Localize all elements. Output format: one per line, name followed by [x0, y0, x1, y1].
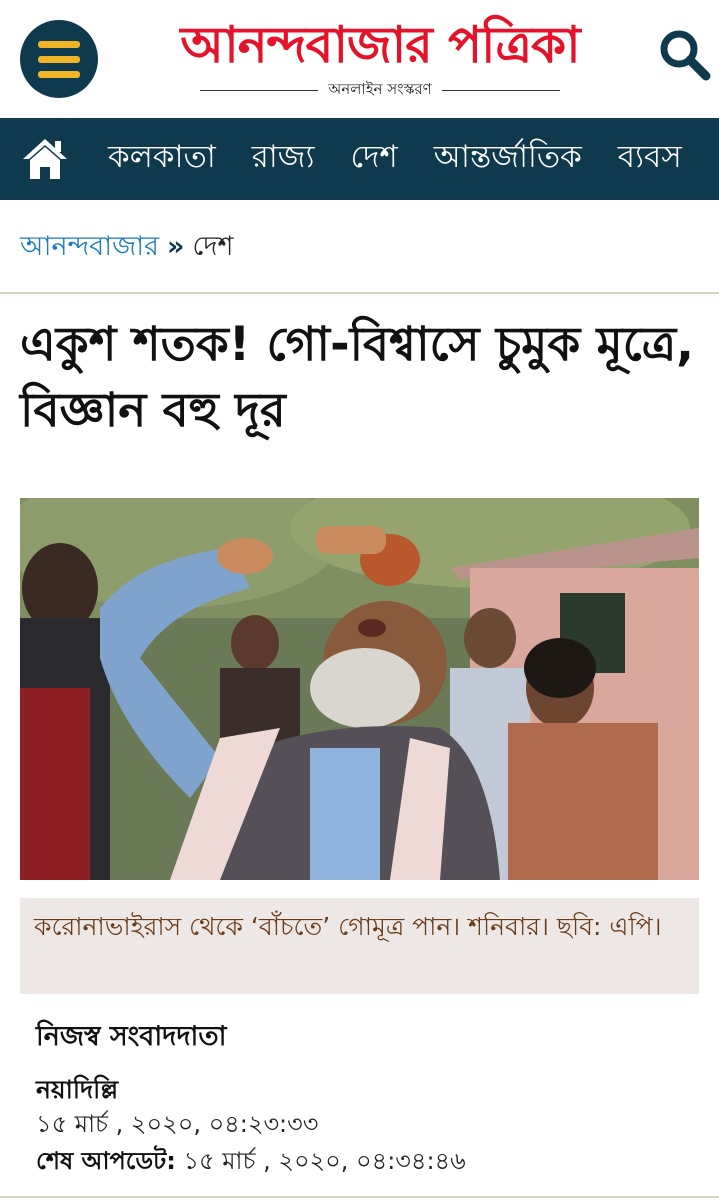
bottom-divider: [0, 1196, 719, 1198]
hamburger-menu-button[interactable]: [20, 20, 98, 98]
breadcrumb: আনন্দবাজার» দেশ: [20, 226, 234, 271]
last-updated-time: ১৫ মার্চ , ২০২০, ০৪:৩৪:৪৬: [183, 1147, 466, 1175]
nav-item-state[interactable]: রাজ্য: [252, 133, 315, 185]
breadcrumb-current[interactable]: দেশ: [192, 231, 233, 262]
breadcrumb-separator: »: [166, 231, 185, 262]
nav-item-country[interactable]: দেশ: [351, 133, 398, 185]
article-photo[interactable]: [20, 498, 699, 880]
nav-home-button[interactable]: [20, 135, 70, 183]
hamburger-icon: [38, 40, 80, 48]
edition-label: অনলাইন সংস্করণ: [328, 80, 432, 98]
home-icon: [23, 139, 67, 179]
last-updated: শেষ আপডেট: ১৫ মার্চ , ২০২০, ০৪:৩৪:৪৬: [36, 1143, 466, 1183]
top-header: আনন্দবাজার পত্রিকা অনলাইন সংস্করণ: [0, 0, 719, 118]
search-button[interactable]: [656, 26, 714, 84]
search-icon: [660, 30, 711, 81]
logo-divider: [441, 90, 560, 91]
main-nav: কলকাতা রাজ্য দেশ আন্তর্জাতিক ব্যবস: [0, 118, 719, 200]
nav-item-kolkata[interactable]: কলকাতা: [108, 133, 216, 185]
photo-caption-box: করোনাভাইরাস থেকে ‘বাঁচতে’ গোমূত্র পান। শ…: [20, 898, 699, 994]
published-time: ১৫ মার্চ , ২০২০, ০৪:২৩:৩৩: [36, 1110, 319, 1138]
nav-item-international[interactable]: আন্তর্জাতিক: [434, 133, 582, 185]
last-updated-label: শেষ আপডেট:: [36, 1147, 176, 1175]
header-divider: [0, 292, 719, 294]
breadcrumb-home-link[interactable]: আনন্দবাজার: [20, 231, 159, 262]
article-photo-illustration: [20, 498, 699, 880]
photo-caption: করোনাভাইরাস থেকে ‘বাঁচতে’ গোমূত্র পান। শ…: [34, 912, 662, 941]
byline: নিজস্ব সংবাদদাতা: [36, 1021, 227, 1052]
nav-items: কলকাতা রাজ্য দেশ আন্তর্জাতিক ব্যবস: [108, 118, 682, 200]
logo-text: আনন্দবাজার পত্রিকা: [180, 15, 580, 74]
logo-divider: [200, 90, 319, 91]
site-logo[interactable]: আনন্দবাজার পত্রিকা অনলাইন সংস্করণ: [180, 14, 580, 103]
nav-item-business[interactable]: ব্যবস: [618, 133, 682, 185]
article-headline: একুশ শতক! গো-বিশ্বাসে চুমুক মূত্রে, বিজ্…: [20, 317, 695, 438]
